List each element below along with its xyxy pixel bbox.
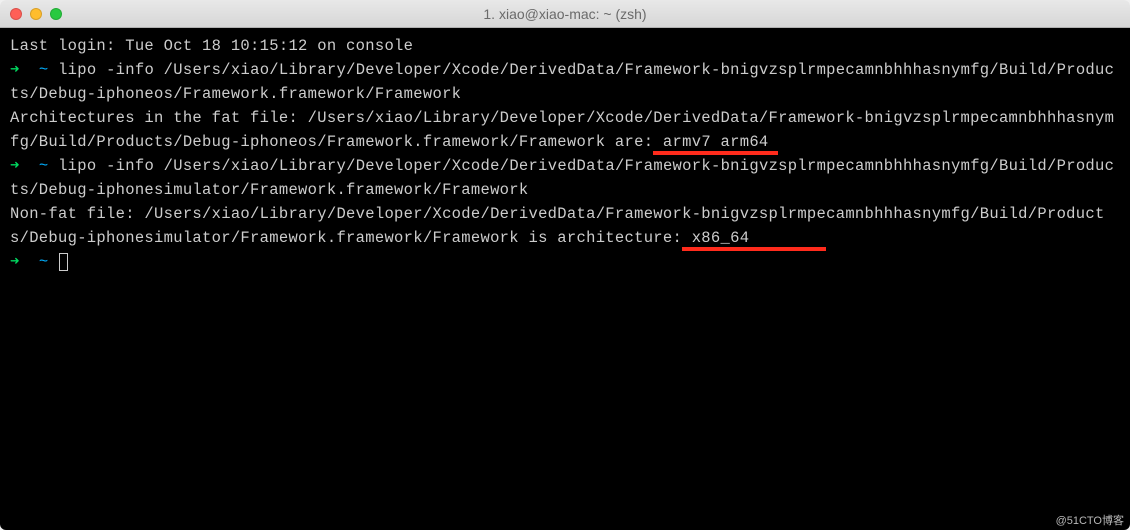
output-2-prefix: Non-fat file: /Users/xiao/Library/Develo… <box>10 205 1105 247</box>
watermark: @51CTO博客 <box>1056 512 1124 528</box>
command-2: lipo -info /Users/xiao/Library/Developer… <box>10 157 1114 199</box>
window-title: 1. xiao@xiao-mac: ~ (zsh) <box>0 6 1130 22</box>
close-icon[interactable] <box>10 8 22 20</box>
cursor-icon <box>59 253 68 271</box>
minimize-icon[interactable] <box>30 8 42 20</box>
terminal-window: 1. xiao@xiao-mac: ~ (zsh) Last login: Tu… <box>0 0 1130 530</box>
output-2-arch: x86_64 <box>682 229 826 247</box>
traffic-lights <box>0 8 62 20</box>
output-1-prefix: Architectures in the fat file: /Users/xi… <box>10 109 1114 151</box>
prompt-path: ~ <box>39 157 49 175</box>
maximize-icon[interactable] <box>50 8 62 20</box>
prompt-arrow-icon: ➜ <box>10 157 20 175</box>
last-login-line: Last login: Tue Oct 18 10:15:12 on conso… <box>10 37 413 55</box>
output-1-arch: armv7 arm64 <box>653 133 778 151</box>
prompt-arrow-icon: ➜ <box>10 61 20 79</box>
terminal-content[interactable]: Last login: Tue Oct 18 10:15:12 on conso… <box>0 28 1130 530</box>
titlebar[interactable]: 1. xiao@xiao-mac: ~ (zsh) <box>0 0 1130 28</box>
prompt-path: ~ <box>39 253 49 271</box>
prompt-arrow-icon: ➜ <box>10 253 20 271</box>
command-1: lipo -info /Users/xiao/Library/Developer… <box>10 61 1114 103</box>
prompt-path: ~ <box>39 61 49 79</box>
